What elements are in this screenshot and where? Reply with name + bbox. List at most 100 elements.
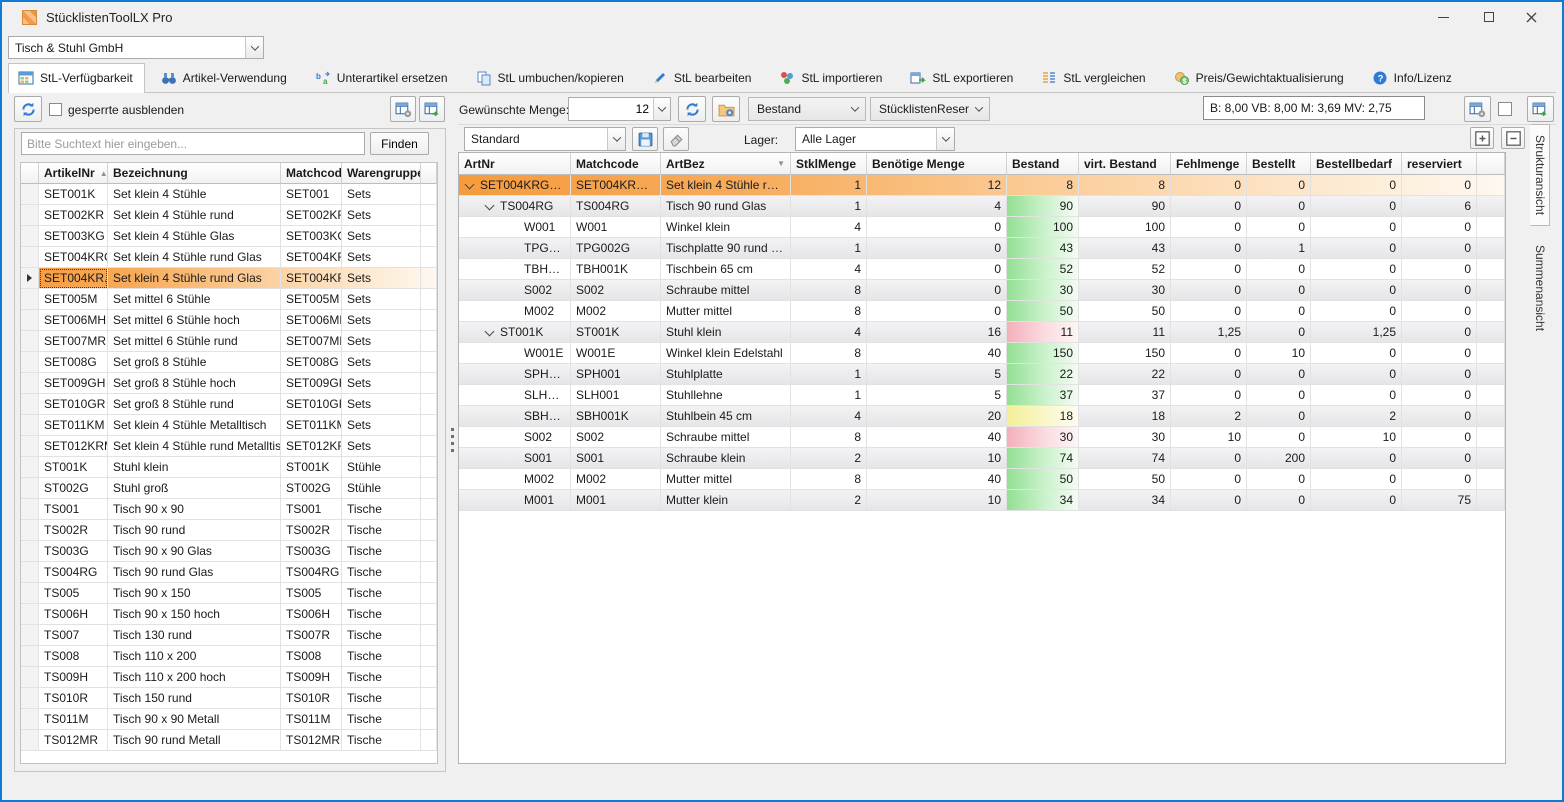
left-grid-export-button[interactable] bbox=[419, 96, 445, 122]
table-row[interactable]: ST001KStuhl kleinST001KStühle bbox=[21, 457, 437, 478]
bom-tree-row[interactable]: TS004RGTS004RGTisch 90 rund Glas14909000… bbox=[459, 196, 1505, 217]
tab-stl-verf-gbarkeit[interactable]: StL-Verfügbarkeit bbox=[8, 63, 145, 92]
bom-tree-row[interactable]: M002M002Mutter mittel84050500000 bbox=[459, 469, 1505, 490]
refresh-right-button[interactable] bbox=[678, 96, 706, 122]
warehouse-combobox[interactable]: Alle Lager bbox=[795, 127, 955, 151]
table-row[interactable]: SET005MSet mittel 6 StühleSET005MSets bbox=[21, 289, 437, 310]
table-row[interactable]: TS011MTisch 90 x 90 MetallTS011MTische bbox=[21, 709, 437, 730]
bom-tree-row[interactable]: ST001KST001KStuhl klein41611111,2501,250 bbox=[459, 322, 1505, 343]
save-layout-button[interactable] bbox=[632, 127, 658, 151]
table-row[interactable]: TS005Tisch 90 x 150TS005Tische bbox=[21, 583, 437, 604]
table-row[interactable]: SET008GSet groß 8 StühleSET008GSets bbox=[21, 352, 437, 373]
find-button[interactable]: Finden bbox=[370, 132, 429, 155]
table-row[interactable]: SET012KRMSet klein 4 Stühle rund Metallt… bbox=[21, 436, 437, 457]
bom-tree-row[interactable]: SLH001SLH001Stuhllehne1537370000 bbox=[459, 385, 1505, 406]
close-button[interactable] bbox=[1508, 2, 1554, 32]
column-header-warengruppe[interactable]: Warengruppe bbox=[342, 163, 421, 184]
expander-icon[interactable] bbox=[485, 328, 494, 337]
table-row[interactable]: SET003KGSet klein 4 Stühle GlasSET003KGS… bbox=[21, 226, 437, 247]
expand-all-button[interactable] bbox=[1470, 127, 1494, 149]
layout-combobox[interactable]: Standard bbox=[464, 127, 626, 151]
bom-tree-row[interactable]: S002S002Schraube mittel8030300000 bbox=[459, 280, 1505, 301]
minimize-button[interactable] bbox=[1420, 2, 1466, 32]
table-row[interactable]: SET007MRSet mittel 6 Stühle rundSET007MR… bbox=[21, 331, 437, 352]
table-row[interactable]: SET009GHSet groß 8 Stühle hochSET009GHSe… bbox=[21, 373, 437, 394]
desired-qty-dropdown[interactable] bbox=[653, 98, 670, 120]
right-grid-settings-button[interactable] bbox=[1464, 96, 1491, 122]
tab-stl-exportieren[interactable]: StL exportieren bbox=[900, 63, 1025, 92]
bom-tree-row[interactable]: W001W001Winkel klein401001000000 bbox=[459, 217, 1505, 238]
column-header-bestand[interactable]: Bestand bbox=[1007, 153, 1079, 175]
side-tab-summenansicht[interactable]: Summenansicht bbox=[1530, 234, 1550, 342]
column-header-artikelnr[interactable]: ArtikelNr▲ bbox=[39, 163, 108, 184]
search-input[interactable] bbox=[21, 132, 365, 155]
table-row[interactable]: TS009HTisch 110 x 200 hochTS009HTische bbox=[21, 667, 437, 688]
layout-dropdown-button[interactable] bbox=[607, 128, 625, 150]
right-grid-export-button[interactable] bbox=[1527, 96, 1554, 122]
table-row[interactable]: ST002GStuhl großST002GStühle bbox=[21, 478, 437, 499]
bom-tree-row[interactable]: TBH001KTBH001KTischbein 65 cm4052520000 bbox=[459, 259, 1505, 280]
bom-tree-row[interactable]: SBH001KSBH001KStuhlbein 45 cm42018182020 bbox=[459, 406, 1505, 427]
table-row[interactable]: TS002RTisch 90 rundTS002RTische bbox=[21, 520, 437, 541]
table-row[interactable]: SET006MHSet mittel 6 Stühle hochSET006MH… bbox=[21, 310, 437, 331]
calc-settings-button[interactable] bbox=[712, 96, 740, 122]
column-header-matchcode[interactable]: Matchcode bbox=[571, 153, 661, 175]
table-row[interactable]: TS010RTisch 150 rundTS010RTische bbox=[21, 688, 437, 709]
left-grid-settings-button[interactable] bbox=[390, 96, 416, 122]
table-row[interactable]: SET010GRSet groß 8 Stühle rundSET010GRSe… bbox=[21, 394, 437, 415]
refresh-left-button[interactable] bbox=[14, 96, 42, 122]
table-row[interactable]: SET001KSet klein 4 StühleSET001Sets bbox=[21, 184, 437, 205]
bom-tree-row[interactable]: S001S001Schraube klein2107474020000 bbox=[459, 448, 1505, 469]
table-row[interactable]: SET004KRGSet klein 4 Stühle rund GlasSET… bbox=[21, 247, 437, 268]
table-row[interactable]: SET011KMSet klein 4 Stühle MetalltischSE… bbox=[21, 415, 437, 436]
table-row[interactable]: TS007Tisch 130 rundTS007RTische bbox=[21, 625, 437, 646]
table-row[interactable]: TS006HTisch 90 x 150 hochTS006HTische bbox=[21, 604, 437, 625]
bom-tree-row[interactable]: SET004KRG_KopieSET004KRG_KopieSet klein … bbox=[459, 175, 1505, 196]
company-dropdown-button[interactable] bbox=[245, 37, 263, 58]
table-row[interactable]: TS001Tisch 90 x 90TS001Tische bbox=[21, 499, 437, 520]
bom-tree-row[interactable]: W001EW001EWinkel klein Edelstahl84015015… bbox=[459, 343, 1505, 364]
expander-icon[interactable] bbox=[485, 202, 494, 211]
mode-combobox[interactable]: Bestand bbox=[748, 97, 866, 121]
column-header-matchcode[interactable]: Matchcode bbox=[281, 163, 342, 184]
column-header-stklmenge[interactable]: StklMenge bbox=[791, 153, 867, 175]
toolbar-checkbox[interactable] bbox=[1498, 102, 1512, 116]
table-row[interactable]: SET004KR...Set klein 4 Stühle rund GlasS… bbox=[21, 268, 437, 289]
desired-qty-input[interactable] bbox=[569, 98, 653, 120]
reserve-combobox[interactable]: StücklistenReservier bbox=[870, 97, 990, 121]
company-combobox[interactable]: Tisch & Stuhl GmbH bbox=[8, 36, 264, 59]
tab-info-lizenz[interactable]: ?Info/Lizenz bbox=[1362, 63, 1464, 92]
bom-tree-row[interactable]: TPG002RTPG002GTischplatte 90 rund Glas10… bbox=[459, 238, 1505, 259]
tab-stl-importieren[interactable]: StL importieren bbox=[769, 63, 894, 92]
table-row[interactable]: TS012MRTisch 90 rund MetallTS012MRTische bbox=[21, 730, 437, 751]
collapse-all-button[interactable] bbox=[1501, 127, 1525, 149]
expander-icon[interactable] bbox=[465, 181, 474, 190]
table-row[interactable]: SET002KRSet klein 4 Stühle rundSET002KRS… bbox=[21, 205, 437, 226]
bom-tree-row[interactable]: SPH001SPH001Stuhlplatte1522220000 bbox=[459, 364, 1505, 385]
tab-stl-bearbeiten[interactable]: StL bearbeiten bbox=[642, 63, 764, 92]
column-header-reserviert[interactable]: reserviert bbox=[1402, 153, 1477, 175]
column-header-bestellt[interactable]: Bestellt bbox=[1247, 153, 1311, 175]
column-header-ben-tige-menge[interactable]: Benötige Menge bbox=[867, 153, 1007, 175]
table-row[interactable]: TS004RGTisch 90 rund GlasTS004RGTische bbox=[21, 562, 437, 583]
bom-tree-row[interactable]: S002S002Schraube mittel8403030100100 bbox=[459, 427, 1505, 448]
column-header-bezeichnung[interactable]: Bezeichnung bbox=[108, 163, 281, 184]
tab-artikel-verwendung[interactable]: Artikel-Verwendung bbox=[151, 63, 299, 92]
delete-layout-button[interactable] bbox=[663, 127, 689, 151]
tab-preis-gewichtaktualisierung[interactable]: $Preis/Gewichtaktualisierung bbox=[1164, 63, 1356, 92]
table-row[interactable]: TS003GTisch 90 x 90 GlasTS003GTische bbox=[21, 541, 437, 562]
bom-tree-row[interactable]: M002M002Mutter mittel8050500000 bbox=[459, 301, 1505, 322]
side-tab-strukturansicht[interactable]: Strukturansicht bbox=[1530, 124, 1550, 226]
tab-unterartikel-ersetzen[interactable]: baUnterartikel ersetzen bbox=[305, 63, 460, 92]
tab-stl-umbuchen-kopieren[interactable]: StL umbuchen/kopieren bbox=[466, 63, 636, 92]
table-row[interactable]: TS008Tisch 110 x 200TS008Tische bbox=[21, 646, 437, 667]
desired-qty-spinner[interactable] bbox=[568, 97, 671, 121]
column-header-virt-bestand[interactable]: virt. Bestand bbox=[1079, 153, 1171, 175]
tab-stl-vergleichen[interactable]: StL vergleichen bbox=[1031, 63, 1157, 92]
warehouse-dropdown-button[interactable] bbox=[936, 128, 954, 150]
column-header-artbez[interactable]: ArtBez▼ bbox=[661, 153, 791, 175]
column-header-fehlmenge[interactable]: Fehlmenge bbox=[1171, 153, 1247, 175]
maximize-button[interactable] bbox=[1466, 2, 1512, 32]
bom-tree-row[interactable]: M001M001Mutter klein210343400075 bbox=[459, 490, 1505, 511]
column-header-bestellbedarf[interactable]: Bestellbedarf bbox=[1311, 153, 1402, 175]
